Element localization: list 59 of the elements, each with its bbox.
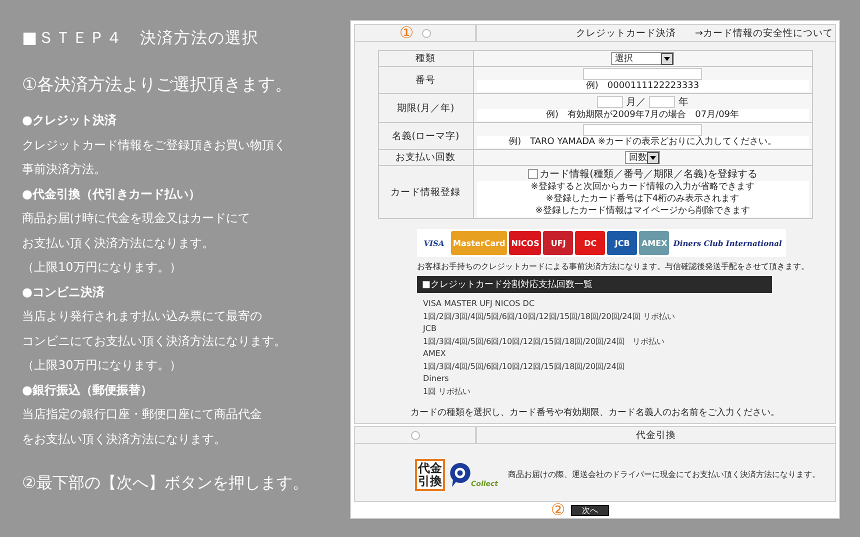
- next-button[interactable]: 次へ: [571, 504, 610, 516]
- card-logo: JCB: [607, 231, 638, 255]
- note-text: ※登録したカード情報はマイページから削除できます: [534, 205, 751, 217]
- security-link[interactable]: →カード情報の安全性について: [695, 26, 833, 40]
- method-heading: ●代金引換（代引きカード払い）: [22, 186, 202, 202]
- installment-text: 1回/3回/4回/5回/6回/10回/12回/15回/18回/20回/24回 リボ払い: [423, 336, 666, 348]
- method-heading: ●銀行振込（郵便振替）: [22, 382, 154, 398]
- step-heading: ②最下部の【次へ】ボタンを押します。: [22, 473, 310, 494]
- method-description: 当店指定の銀行口座・郵便口座にて商品代金: [22, 406, 263, 423]
- installment-text: Diners: [423, 373, 450, 385]
- method-description: （上限10万円になります。）: [22, 259, 182, 276]
- form-label: カード情報登録: [378, 166, 473, 218]
- step-marker: ②: [550, 503, 566, 517]
- checkbox-label: カード情報(種類／番号／期限／名義)を登録する: [540, 169, 758, 180]
- method-heading: ●クレジット決済: [22, 112, 118, 129]
- card-logo: AMEX: [639, 231, 670, 255]
- form-label: 期限(月／年): [378, 94, 473, 122]
- form-label: 番号: [378, 66, 473, 94]
- section-title: クレジットカード決済: [575, 26, 678, 40]
- method-description: 当店より発行されます払い込み票にて最寄の: [22, 308, 263, 325]
- installment-text: 1回 リボ払い: [423, 386, 472, 398]
- method-description: コンビニにてお支払い頂く決済方法になります。: [22, 332, 287, 350]
- instruction-text: カードの種類を選択し、カード番号や有効期限、カード名義人のお名前をご入力ください。: [410, 406, 780, 419]
- form-label: 種類: [378, 50, 473, 66]
- step-marker: ①: [399, 26, 414, 40]
- method-description: 商品お届け時に代金を現金又はカードにて: [22, 210, 251, 227]
- cod-badge: 代金 引換: [415, 458, 445, 490]
- unit-label: 年: [678, 97, 688, 108]
- step-heading: ①各決済方法よりご選択頂きます。: [22, 74, 294, 96]
- dropdown[interactable]: 回数: [625, 151, 660, 164]
- installment-text: 1回/3回/4回/5回/6回/10回/12回/15回/18回/20回/24回: [423, 360, 626, 372]
- note-text: ※登録すると次回からカード情報の入力が省略できます: [530, 181, 756, 193]
- card-logo: DC: [575, 231, 606, 255]
- section-title: 代金引換: [635, 428, 677, 442]
- method-description: 事前決済方法。: [22, 161, 107, 178]
- hint-text: 例) 0000111122223333: [476, 80, 808, 92]
- hint-text: 例) TARO YAMADA ※カードの表示どおりに入力してください。: [476, 136, 808, 148]
- installment-text: AMEX: [423, 348, 447, 360]
- dropdown[interactable]: 選択: [611, 52, 674, 65]
- hint-text: 例) 有効期限が2009年7月の場合 07月/09年: [476, 109, 808, 121]
- installment-text: VISA MASTER UFJ NICOS DC: [423, 298, 536, 310]
- description-text: お客様お手持ちのクレジットカードによる事前決済方法になります。与信確認後発送手配をさせて頂きます。: [417, 261, 809, 272]
- card-logo: UFJ: [543, 231, 574, 255]
- step-title: ■ＳＴＥＰ４ 決済方法の選択: [22, 28, 260, 49]
- method-description: （上限30万円になります。）: [22, 357, 182, 374]
- method-description: クレジットカード情報をご登録頂きお買い物頂く: [22, 136, 287, 154]
- unit-label: 月／: [626, 97, 646, 108]
- method-description: お支払い頂く決済方法になります。: [22, 234, 215, 252]
- card-logo: MasterCard: [451, 231, 508, 255]
- installment-text: JCB: [423, 323, 438, 335]
- form-label: お支払い回数: [378, 150, 473, 166]
- description-text: 商品お届けの際、運送会社のドライバーに現金にてお支払い頂く決済方法になります。: [508, 469, 820, 480]
- installments-heading: ■クレジットカード分割対応支払回数一覧: [417, 276, 772, 293]
- form-label: 名義(ローマ字): [378, 122, 473, 150]
- method-description: をお支払い頂く決済方法になります。: [22, 430, 227, 448]
- installment-text: 1回/2回/3回/4回/5回/6回/10回/12回/15回/18回/20回/24回 リボ払い: [423, 310, 675, 322]
- note-text: ※登録したカード番号は下4桁のみ表示されます: [544, 193, 740, 205]
- method-heading: ●コンビニ決済: [22, 284, 106, 300]
- card-logo: NICOS: [509, 231, 542, 255]
